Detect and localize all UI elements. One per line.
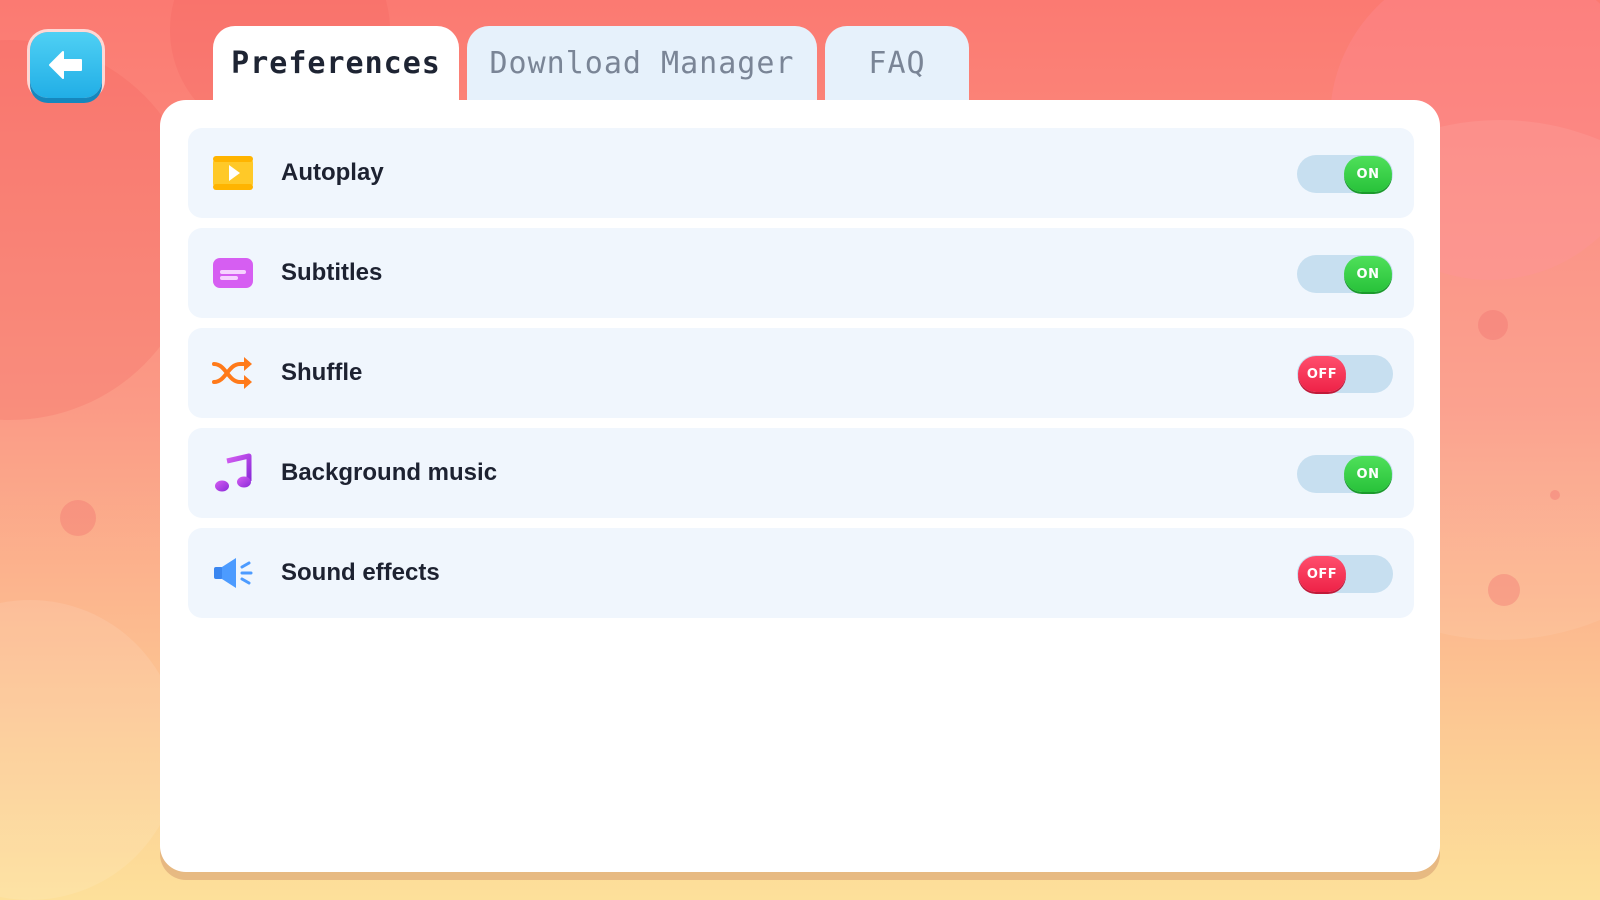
autoplay-toggle[interactable]: ON xyxy=(1297,155,1393,193)
toggle-knob: OFF xyxy=(1298,356,1346,392)
play-video-icon xyxy=(213,156,253,190)
setting-label: Sound effects xyxy=(281,559,440,586)
toggle-knob: ON xyxy=(1344,156,1392,192)
tab-faq[interactable]: FAQ xyxy=(825,26,969,100)
back-button[interactable] xyxy=(30,32,102,98)
setting-row-sound-effects: Sound effects OFF xyxy=(188,528,1414,618)
background-dot xyxy=(1488,574,1520,606)
toggle-knob: ON xyxy=(1344,456,1392,492)
subtitles-icon xyxy=(213,258,253,288)
settings-list: Autoplay ON Subtitles ON Shuffle OFF Bac… xyxy=(188,128,1414,628)
shuffle-icon xyxy=(212,357,252,389)
background-bubble xyxy=(0,600,180,900)
background-dot xyxy=(60,500,96,536)
background-dot xyxy=(1550,490,1560,500)
setting-label: Subtitles xyxy=(281,259,383,286)
setting-row-autoplay: Autoplay ON xyxy=(188,128,1414,218)
settings-screen: Preferences Download Manager FAQ Autopla… xyxy=(0,0,1600,900)
tab-download-manager[interactable]: Download Manager xyxy=(467,26,817,100)
setting-label: Shuffle xyxy=(281,359,363,386)
setting-label: Autoplay xyxy=(281,159,384,186)
tab-bar: Preferences Download Manager FAQ xyxy=(213,26,969,100)
toggle-knob: OFF xyxy=(1298,556,1346,592)
music-note-icon xyxy=(215,453,252,492)
setting-row-background-music: Background music ON xyxy=(188,428,1414,518)
sound-effects-toggle[interactable]: OFF xyxy=(1297,555,1393,593)
shuffle-toggle[interactable]: OFF xyxy=(1297,355,1393,393)
arrow-left-icon xyxy=(49,51,82,79)
background-dot xyxy=(1478,310,1508,340)
setting-row-subtitles: Subtitles ON xyxy=(188,228,1414,318)
background-music-toggle[interactable]: ON xyxy=(1297,455,1393,493)
tab-preferences[interactable]: Preferences xyxy=(213,26,459,100)
subtitles-toggle[interactable]: ON xyxy=(1297,255,1393,293)
speaker-icon xyxy=(214,558,253,588)
setting-row-shuffle: Shuffle OFF xyxy=(188,328,1414,418)
toggle-knob: ON xyxy=(1344,256,1392,292)
settings-panel: Autoplay ON Subtitles ON Shuffle OFF Bac… xyxy=(160,100,1440,872)
setting-label: Background music xyxy=(281,459,498,486)
